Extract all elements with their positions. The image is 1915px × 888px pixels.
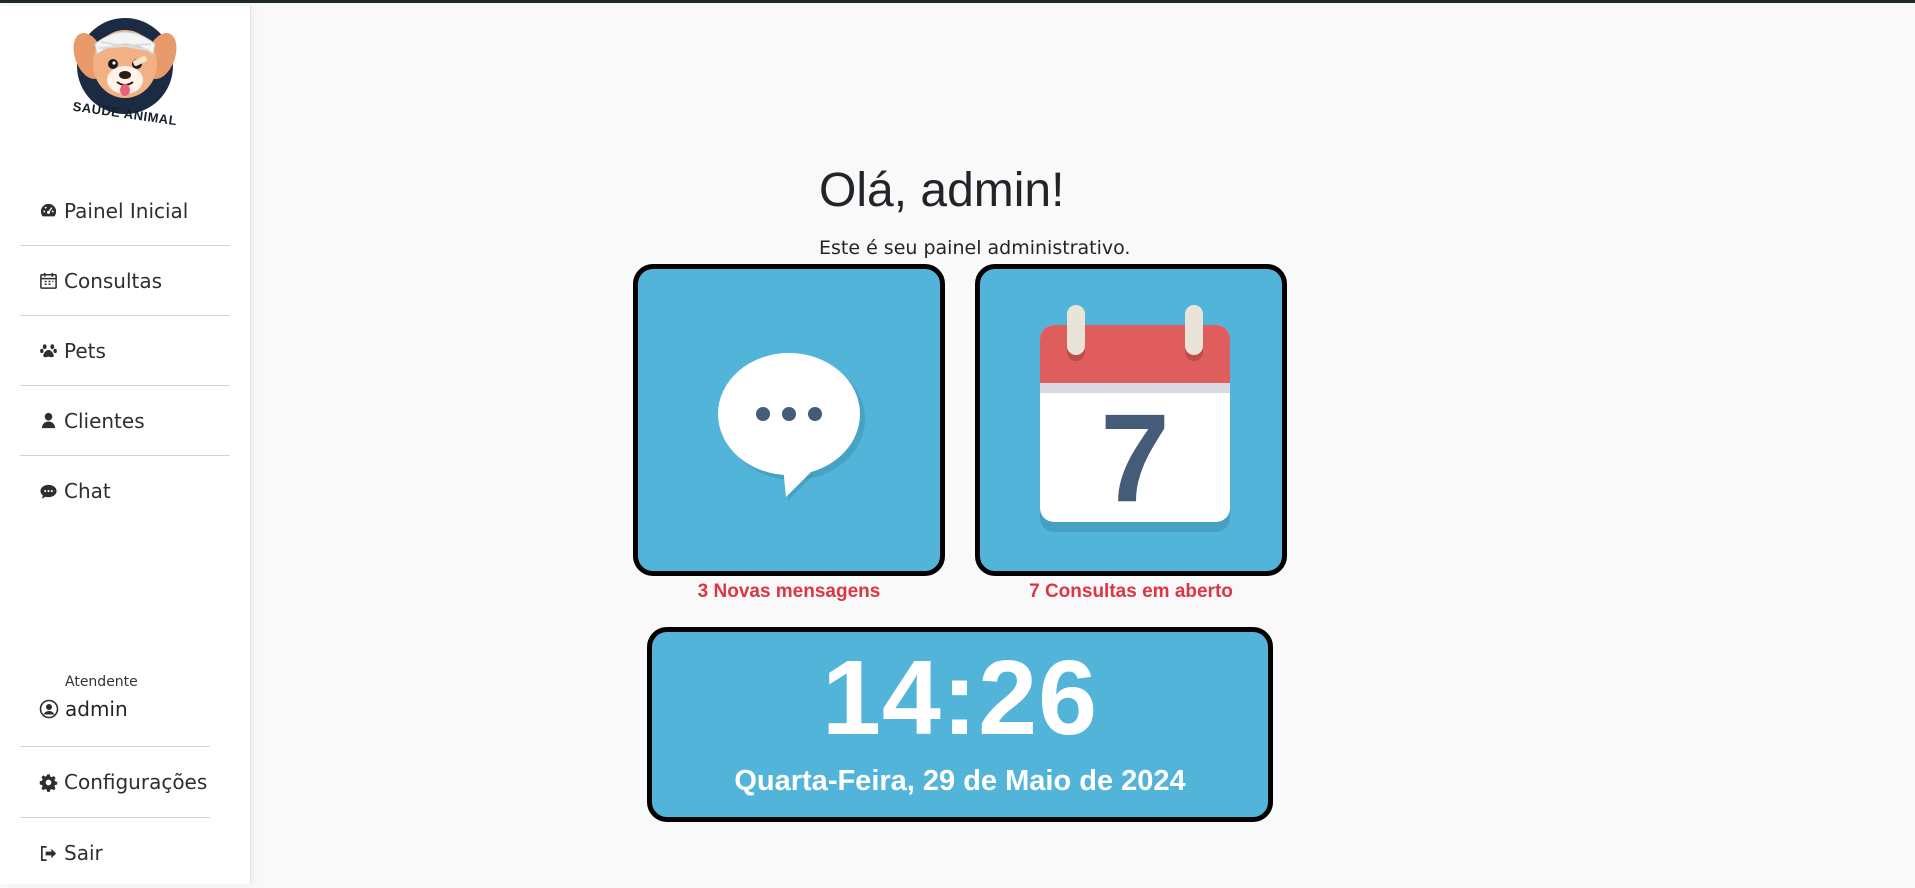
sidebar-nav: Painel Inicial Consultas Pets Clientes C… xyxy=(20,176,230,526)
dashboard-icon xyxy=(40,203,57,217)
sidebar: SAÚDE ANIMAL Painel Inicial Consultas Pe… xyxy=(0,6,251,884)
calendar-icon xyxy=(40,272,57,289)
calendar-day-icon: 7 xyxy=(1040,305,1230,532)
clock-date: Quarta-Feira, 29 de Maio de 2024 xyxy=(734,765,1186,797)
sidebar-item-label: Sair xyxy=(64,841,103,865)
sidebar-item-label: Pets xyxy=(64,338,106,363)
sidebar-item-painel-inicial[interactable]: Painel Inicial xyxy=(20,176,230,246)
messages-count-label[interactable]: 3 Novas mensagens xyxy=(633,581,945,603)
sidebar-item-configuracoes[interactable]: Configurações xyxy=(20,747,210,817)
sidebar-item-clientes[interactable]: Clientes xyxy=(20,386,230,456)
page-subtitle: Este é seu painel administrativo. xyxy=(819,237,1131,259)
appointments-card[interactable]: 7 xyxy=(975,264,1287,576)
sidebar-item-pets[interactable]: Pets xyxy=(20,316,230,386)
appointments-count-label[interactable]: 7 Consultas em aberto xyxy=(975,581,1287,603)
messages-card[interactable] xyxy=(633,264,945,576)
sidebar-item-sair[interactable]: Sair xyxy=(20,818,210,888)
clock-time: 14:26 xyxy=(821,639,1099,757)
sidebar-item-chat[interactable]: Chat xyxy=(20,456,230,526)
user-role: Atendente xyxy=(65,674,138,690)
sidebar-item-label: Consultas xyxy=(64,268,163,293)
brand-logo[interactable]: SAÚDE ANIMAL xyxy=(65,14,185,140)
user-name-row: admin xyxy=(20,692,210,726)
user-circle-icon xyxy=(39,699,59,719)
clock-widget: 14:26 Quarta-Feira, 29 de Maio de 2024 xyxy=(647,627,1273,822)
sidebar-item-label: Clientes xyxy=(64,408,145,433)
current-user: Atendente admin xyxy=(20,674,210,726)
sidebar-item-consultas[interactable]: Consultas xyxy=(20,246,230,316)
paw-icon xyxy=(40,344,57,358)
user-icon xyxy=(41,412,56,429)
sidebar-bottom-nav: Configurações Sair xyxy=(20,746,210,888)
gear-icon xyxy=(39,773,58,792)
sidebar-item-label: Chat xyxy=(64,479,111,503)
calendar-day-number: 7 xyxy=(1100,389,1170,528)
chat-icon xyxy=(40,484,57,499)
speech-bubble-icon xyxy=(718,353,865,501)
sign-out-icon xyxy=(40,845,57,861)
page-title: Olá, admin! xyxy=(819,164,1065,217)
sidebar-item-label: Configurações xyxy=(64,770,208,794)
user-name: admin xyxy=(65,697,128,721)
sidebar-item-label: Painel Inicial xyxy=(64,198,189,223)
